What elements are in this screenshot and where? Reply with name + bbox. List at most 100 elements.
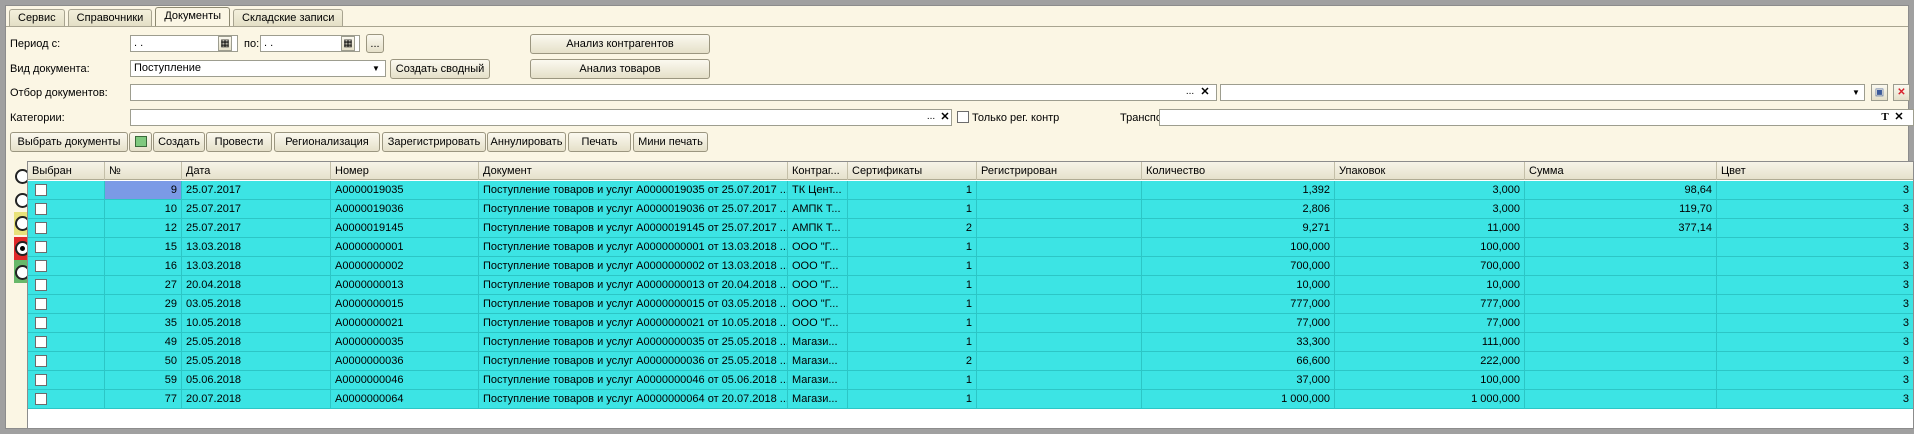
row-checkbox[interactable]	[35, 260, 47, 272]
cell-cert: 1	[848, 371, 977, 389]
save-icon[interactable]: ▣	[1871, 84, 1888, 101]
clear-icon[interactable]: ✕	[1893, 110, 1905, 125]
cell-qty: 1,392	[1142, 181, 1335, 199]
regionalization-button[interactable]: Регионализация	[274, 132, 380, 152]
annul-button[interactable]: Аннулировать	[487, 132, 566, 152]
post-button[interactable]: Провести	[206, 132, 272, 152]
column-header[interactable]: Документ	[479, 162, 788, 180]
row-checkbox[interactable]	[35, 203, 47, 215]
print-button[interactable]: Печать	[568, 132, 631, 152]
analysis-goods-button[interactable]: Анализ товаров	[530, 59, 710, 79]
table-row[interactable]: 12 25.07.2017 A0000019145 Поступление товар…	[28, 219, 1913, 238]
table-row[interactable]: 9 25.07.2017 A0000019035 Поступление товаро…	[28, 181, 1913, 200]
selection-filter-select[interactable]	[1220, 84, 1865, 101]
table-row[interactable]: 10 25.07.2017 A0000019036 Поступление товар…	[28, 200, 1913, 219]
select-documents-button[interactable]: Выбрать документы	[10, 132, 128, 152]
column-header[interactable]: Цвет	[1717, 162, 1913, 180]
row-checkbox[interactable]	[35, 184, 47, 196]
select-ellipsis-icon[interactable]: ...	[1183, 85, 1197, 100]
table-row[interactable]: 35 10.05.2018 A0000000021 Поступление товар…	[28, 314, 1913, 333]
row-checkbox[interactable]	[35, 336, 47, 348]
chevron-down-icon[interactable]: ▼	[369, 61, 383, 76]
column-header[interactable]: №	[105, 162, 182, 180]
column-header[interactable]: Сертификаты	[848, 162, 977, 180]
clear-icon[interactable]: ✕	[1199, 85, 1211, 100]
doc-type-select[interactable]: Поступление	[130, 60, 386, 77]
cell-qty: 33,300	[1142, 333, 1335, 351]
column-header[interactable]: Количество	[1142, 162, 1335, 180]
cell-date: 25.07.2017	[182, 181, 331, 199]
cell-sum	[1525, 238, 1717, 256]
cell-packs: 3,000	[1335, 181, 1525, 199]
tab-documents[interactable]: Документы	[155, 7, 231, 26]
table-row[interactable]: 77 20.07.2018 A0000000064 Поступление товар…	[28, 390, 1913, 409]
register-button[interactable]: Зарегистрировать	[382, 132, 486, 152]
cell-qty: 37,000	[1142, 371, 1335, 389]
copy-icon[interactable]	[129, 132, 152, 152]
calendar-icon[interactable]: ▦	[341, 36, 355, 51]
row-checkbox[interactable]	[35, 317, 47, 329]
cell-contr: ТК Цент...	[788, 181, 848, 199]
cell-reg	[977, 371, 1142, 389]
categories-ellipsis-icon[interactable]: ...	[924, 110, 938, 125]
row-checkbox[interactable]	[35, 374, 47, 386]
period-select-button[interactable]: ...	[366, 34, 384, 53]
table-row[interactable]: 15 13.03.2018 A0000000001 Поступление товар…	[28, 238, 1913, 257]
cell-num: 29	[105, 295, 182, 313]
clear-icon[interactable]: ✕	[939, 110, 951, 125]
create-summary-button[interactable]: Создать сводный	[390, 59, 490, 79]
tab-service[interactable]: Сервис	[9, 9, 65, 26]
cell-num: 59	[105, 371, 182, 389]
cell-doc: Поступление товаров и услуг A0000019145 …	[479, 219, 788, 237]
cell-reg	[977, 352, 1142, 370]
column-header[interactable]: Упаковок	[1335, 162, 1525, 180]
cell-number: A0000000046	[331, 371, 479, 389]
table-header: Выбран № Дата Номер Документ Контраг... …	[28, 162, 1913, 180]
analysis-contractors-button[interactable]: Анализ контрагентов	[530, 34, 710, 54]
transport-input[interactable]	[1159, 109, 1914, 126]
table-row[interactable]: 49 25.05.2018 A0000000035 Поступление товар…	[28, 333, 1913, 352]
delete-icon[interactable]: ✕	[1893, 84, 1910, 101]
tab-references[interactable]: Справочники	[67, 9, 153, 26]
column-header[interactable]: Сумма	[1525, 162, 1717, 180]
column-header[interactable]: Номер	[331, 162, 479, 180]
tab-warehouse-records[interactable]: Складские записи	[233, 9, 344, 26]
cell-reg	[977, 181, 1142, 199]
cell-color: 3	[1717, 219, 1913, 237]
cell-date: 20.04.2018	[182, 276, 331, 294]
cell-reg	[977, 200, 1142, 218]
categories-input[interactable]	[130, 109, 952, 126]
cell-qty: 100,000	[1142, 238, 1335, 256]
selection-input[interactable]	[130, 84, 1217, 101]
table-row[interactable]: 29 03.05.2018 A0000000015 Поступление товар…	[28, 295, 1913, 314]
cell-contr: АМПК Т...	[788, 219, 848, 237]
cell-num: 10	[105, 200, 182, 218]
row-checkbox[interactable]	[35, 222, 47, 234]
tab-divider	[6, 26, 1908, 27]
row-checkbox[interactable]	[35, 241, 47, 253]
cell-packs: 777,000	[1335, 295, 1525, 313]
row-checkbox[interactable]	[35, 298, 47, 310]
table-row[interactable]: 27 20.04.2018 A0000000013 Поступление товар…	[28, 276, 1913, 295]
cell-packs: 77,000	[1335, 314, 1525, 332]
cell-num: 15	[105, 238, 182, 256]
row-checkbox[interactable]	[35, 393, 47, 405]
table-row[interactable]: 50 25.05.2018 A0000000036 Поступление товар…	[28, 352, 1913, 371]
column-header[interactable]: Дата	[182, 162, 331, 180]
calendar-icon[interactable]: ▦	[218, 36, 232, 51]
column-header[interactable]: Контраг...	[788, 162, 848, 180]
chevron-down-icon[interactable]: ▼	[1849, 85, 1863, 100]
tab-bar: Сервис Справочники Документы Складские з…	[9, 7, 346, 27]
row-checkbox[interactable]	[35, 355, 47, 367]
text-type-icon[interactable]: T	[1879, 110, 1891, 125]
row-checkbox[interactable]	[35, 279, 47, 291]
cell-date: 03.05.2018	[182, 295, 331, 313]
column-header[interactable]: Выбран	[28, 162, 105, 180]
mini-print-button[interactable]: Мини печать	[633, 132, 708, 152]
create-button[interactable]: Создать	[153, 132, 205, 152]
table-row[interactable]: 16 13.03.2018 A0000000002 Поступление товар…	[28, 257, 1913, 276]
only-reg-checkbox[interactable]	[957, 111, 969, 123]
column-header[interactable]: Регистрирован	[977, 162, 1142, 180]
selected-cell	[28, 390, 105, 408]
table-row[interactable]: 59 05.06.2018 A0000000046 Поступление товар…	[28, 371, 1913, 390]
